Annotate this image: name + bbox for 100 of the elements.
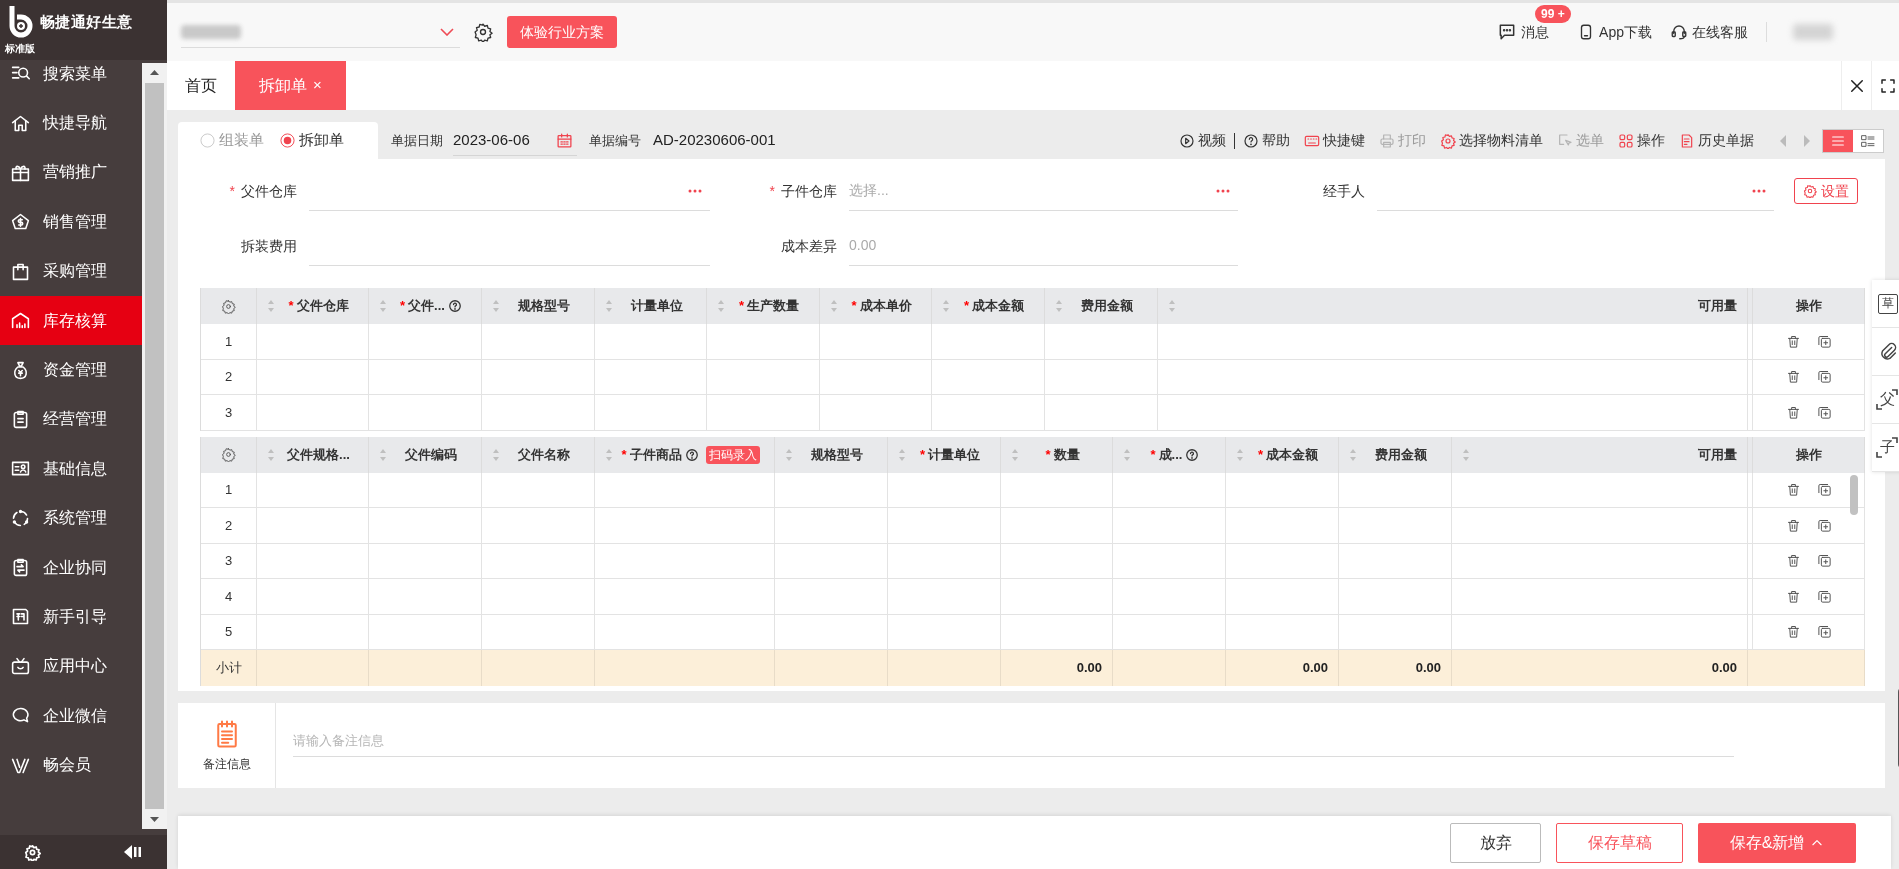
copy-add-icon[interactable] xyxy=(1816,333,1832,349)
doc-type-radio[interactable]: 拆卸单 xyxy=(280,129,344,152)
cycle-icon xyxy=(10,507,31,529)
required-mark: * xyxy=(1150,445,1156,464)
column-header[interactable]: 操作 xyxy=(1752,436,1865,473)
copy-add-icon[interactable] xyxy=(1816,482,1832,498)
sidebar-item[interactable]: 搜索菜单 xyxy=(0,60,142,99)
required-mark: * xyxy=(738,297,745,316)
trash-icon[interactable] xyxy=(1785,482,1801,498)
view-toggle[interactable] xyxy=(1823,129,1853,152)
more-icon[interactable] xyxy=(688,188,702,193)
row-number: 4 xyxy=(201,579,257,614)
column-header[interactable]: 费用金额 xyxy=(1339,436,1452,473)
app-download-link[interactable]: App下载 xyxy=(1577,21,1652,43)
scroll-thumb[interactable] xyxy=(1850,474,1858,515)
trash-icon[interactable] xyxy=(1785,517,1801,533)
toolbar-button[interactable]: 操作 xyxy=(1618,130,1665,151)
toolbar-button[interactable]: 快捷键 xyxy=(1304,130,1365,151)
column-settings-icon[interactable] xyxy=(221,447,236,462)
fullscreen-icon[interactable] xyxy=(1879,77,1896,94)
notes-label: 备注信息 xyxy=(202,755,251,773)
gear-icon xyxy=(1803,184,1817,198)
toolbar-button[interactable]: 视频 xyxy=(1179,130,1226,151)
scan-button[interactable]: 子 xyxy=(1872,424,1899,472)
chevron-down-icon[interactable] xyxy=(440,27,454,36)
row-number: 5 xyxy=(201,614,257,649)
trash-icon[interactable] xyxy=(1785,369,1801,385)
copy-add-icon[interactable] xyxy=(1816,624,1832,640)
column-header[interactable]: * 数量 xyxy=(1001,436,1113,473)
settings-icon[interactable] xyxy=(473,22,493,42)
more-icon[interactable] xyxy=(1752,188,1766,193)
more-icon[interactable] xyxy=(1216,188,1230,193)
help-icon[interactable] xyxy=(684,447,699,462)
sidebar-item[interactable]: 畅会员 xyxy=(0,740,142,790)
trash-icon[interactable] xyxy=(1785,333,1801,349)
play-icon xyxy=(1179,132,1195,149)
scan-frame-icon xyxy=(1875,388,1899,412)
sidebar-item[interactable]: 新手引导 xyxy=(0,592,142,642)
sidebar-item[interactable]: 系统管理 xyxy=(0,493,142,543)
sidebar-item[interactable]: 销售管理 xyxy=(0,197,142,247)
column-header[interactable]: 父件名称 xyxy=(482,436,595,473)
trash-icon[interactable] xyxy=(1785,588,1801,604)
copy-add-icon[interactable] xyxy=(1816,553,1832,569)
field-label: 经手人 xyxy=(1323,181,1365,201)
column-header[interactable]: * 子件商品 扫码录入 xyxy=(595,436,775,473)
notes-field[interactable]: 请输入备注信息 xyxy=(276,703,1885,788)
copy-add-icon[interactable] xyxy=(1816,404,1832,420)
scan-frame-icon xyxy=(1875,436,1899,460)
column-header[interactable]: 可用量 xyxy=(1452,436,1748,473)
sidebar-item[interactable]: 采购管理 xyxy=(0,246,142,296)
subtotal-value: 0.00 xyxy=(1452,650,1748,686)
trash-icon[interactable] xyxy=(1785,624,1801,640)
sidebar-item[interactable]: 营销推广 xyxy=(0,147,142,198)
copy-add-icon[interactable] xyxy=(1816,517,1832,533)
draft-button[interactable]: 草 xyxy=(1872,280,1899,328)
document-number: AD-20230606-001 xyxy=(653,130,776,151)
toolbar-button[interactable]: 帮助 xyxy=(1243,130,1290,151)
toolbar-button[interactable]: 选择物料清单 xyxy=(1440,130,1543,151)
sidebar-item[interactable]: 企业微信 xyxy=(0,691,142,741)
field-label: 单据日期 xyxy=(391,131,443,150)
sidebar-item[interactable]: 库存核算 xyxy=(0,295,142,346)
collapse-icon[interactable] xyxy=(123,844,143,860)
calendar-icon xyxy=(556,131,573,149)
app-name: 畅捷通好生意 xyxy=(40,12,133,32)
required-mark: * xyxy=(919,445,926,464)
subtotal-value: 0.00 xyxy=(1226,650,1339,686)
tv-face-icon xyxy=(10,655,31,677)
sidebar-item[interactable]: 基础信息 xyxy=(0,444,142,494)
settings-button[interactable]: 设置 xyxy=(1794,178,1858,204)
column-header[interactable]: 父件编码 xyxy=(369,436,482,473)
view-toggle[interactable] xyxy=(1853,129,1883,152)
column-header[interactable]: 父件规格... xyxy=(257,436,369,473)
support-link[interactable]: 在线客服 xyxy=(1670,21,1748,43)
toolbar-button[interactable]: 历史单据 xyxy=(1679,130,1754,151)
copy-add-icon[interactable] xyxy=(1816,369,1832,385)
page-tab[interactable]: 首页 xyxy=(167,61,235,110)
trash-icon[interactable] xyxy=(1785,553,1801,569)
help-icon[interactable] xyxy=(1185,447,1200,462)
sidebar-item[interactable]: 资金管理 xyxy=(0,345,142,395)
column-header[interactable]: * 成本金额 xyxy=(1226,436,1339,473)
grid-icon xyxy=(1618,132,1634,149)
column-header[interactable]: * 计量单位 xyxy=(888,436,1001,473)
help-icon[interactable] xyxy=(447,299,462,313)
scan-button[interactable]: 父 xyxy=(1872,376,1899,424)
column-header[interactable]: * 成... xyxy=(1113,436,1226,473)
row-number: 2 xyxy=(201,359,257,394)
field-label: 拆装费用 xyxy=(241,236,297,256)
trash-icon[interactable] xyxy=(1785,404,1801,420)
copy-add-icon[interactable] xyxy=(1816,588,1832,604)
discard-button[interactable]: 放弃 xyxy=(1450,822,1541,863)
column-header[interactable]: 规格型号 xyxy=(775,436,888,473)
scrollbar[interactable] xyxy=(142,63,167,829)
sidebar-item[interactable]: 快捷导航 xyxy=(0,98,142,148)
detail-list-icon xyxy=(1860,132,1876,149)
sidebar-item[interactable]: 应用中心 xyxy=(0,641,142,692)
date-field[interactable]: 2023-06-06 xyxy=(453,125,577,156)
messages-link[interactable]: 消息 xyxy=(1497,21,1550,43)
sidebar-item[interactable]: 经营管理 xyxy=(0,394,142,445)
column-settings-icon[interactable] xyxy=(221,298,236,314)
sidebar-item[interactable]: 企业协同 xyxy=(0,542,142,593)
